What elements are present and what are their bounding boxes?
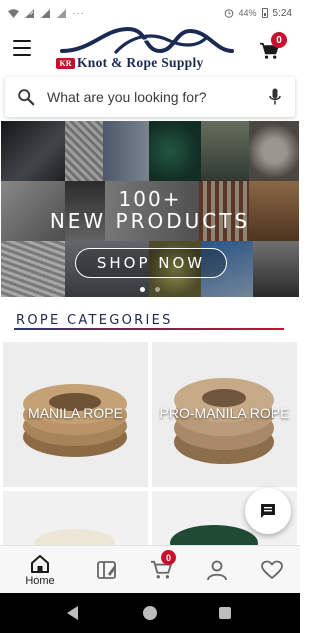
banner-headline-number: 100+ bbox=[118, 187, 182, 211]
chat-message-icon bbox=[261, 504, 275, 518]
logo-name: Knot & Rope Supply bbox=[77, 55, 204, 70]
microphone-icon[interactable] bbox=[269, 88, 281, 106]
search-bar[interactable] bbox=[5, 77, 295, 117]
promo-banner[interactable]: 100+ NEW PRODUCTS SHOP NOW bbox=[1, 121, 299, 297]
battery-icon bbox=[261, 8, 268, 18]
category-label: PRO-MANILA ROPE bbox=[159, 405, 290, 421]
banner-headline-text: NEW PRODUCTS bbox=[49, 209, 251, 233]
nav-wishlist[interactable] bbox=[257, 546, 287, 594]
category-label: MANILA ROPE bbox=[28, 405, 123, 421]
search-icon[interactable] bbox=[17, 88, 35, 106]
category-card-manila-rope[interactable]: MANILA ROPE bbox=[3, 342, 148, 487]
app-header: KR Knot & Rope Supply 0 bbox=[0, 26, 300, 74]
back-icon[interactable] bbox=[67, 606, 78, 620]
nav-home[interactable]: Home bbox=[20, 546, 60, 594]
search-input[interactable] bbox=[47, 89, 269, 105]
nav-cart[interactable]: 0 bbox=[146, 546, 176, 594]
wifi-icon bbox=[8, 8, 19, 18]
header-cart-button[interactable]: 0 bbox=[257, 32, 287, 62]
carousel-dot-active[interactable] bbox=[140, 287, 145, 292]
category-card[interactable] bbox=[3, 491, 148, 551]
section-title: ROPE CATEGORIES bbox=[16, 313, 173, 328]
rope-coil-image bbox=[3, 491, 148, 551]
nav-home-label: Home bbox=[25, 574, 55, 587]
status-right: 44% 5:24 bbox=[224, 8, 292, 19]
catalog-icon bbox=[97, 561, 116, 579]
logo-rope-knot-graphic bbox=[60, 26, 234, 54]
nav-catalog[interactable] bbox=[92, 546, 122, 594]
recent-apps-icon[interactable] bbox=[219, 607, 231, 619]
chat-button[interactable] bbox=[245, 488, 291, 534]
battery-percent: 44% bbox=[238, 8, 257, 18]
nav-cart-badge: 0 bbox=[161, 550, 176, 565]
brand-logo[interactable]: KR Knot & Rope Supply bbox=[56, 26, 236, 72]
home-icon bbox=[31, 554, 49, 573]
hamburger-menu-icon[interactable] bbox=[13, 40, 31, 56]
section-title-underline bbox=[14, 328, 284, 330]
alarm-icon bbox=[224, 9, 233, 18]
status-bar: ··· 44% 5:24 bbox=[0, 0, 300, 26]
status-notification-dots: ··· bbox=[72, 7, 85, 19]
logo-wordmark: KR Knot & Rope Supply bbox=[56, 55, 236, 71]
bottom-navigation: Home 0 bbox=[0, 545, 300, 593]
signal-icon bbox=[25, 8, 34, 18]
signal-icon-2 bbox=[41, 8, 50, 18]
signal-icon-3 bbox=[57, 8, 66, 18]
account-icon bbox=[207, 560, 227, 581]
status-left: ··· bbox=[8, 8, 85, 19]
system-navigation-bar bbox=[0, 593, 300, 633]
shop-now-button[interactable]: SHOP NOW bbox=[75, 248, 227, 278]
logo-badge: KR bbox=[56, 57, 75, 69]
carousel-dot[interactable] bbox=[155, 287, 160, 292]
category-card-pro-manila-rope[interactable]: PRO-MANILA ROPE bbox=[152, 342, 297, 487]
carousel-dots bbox=[1, 287, 299, 292]
status-time: 5:24 bbox=[272, 7, 292, 19]
home-circle-icon[interactable] bbox=[143, 606, 157, 620]
nav-account[interactable] bbox=[202, 546, 232, 594]
app-screen: ··· 44% 5:24 KR Knot & Rope Supply 0 Wha… bbox=[0, 0, 300, 633]
cart-count-badge: 0 bbox=[271, 32, 287, 48]
wishlist-heart-icon bbox=[261, 560, 283, 579]
